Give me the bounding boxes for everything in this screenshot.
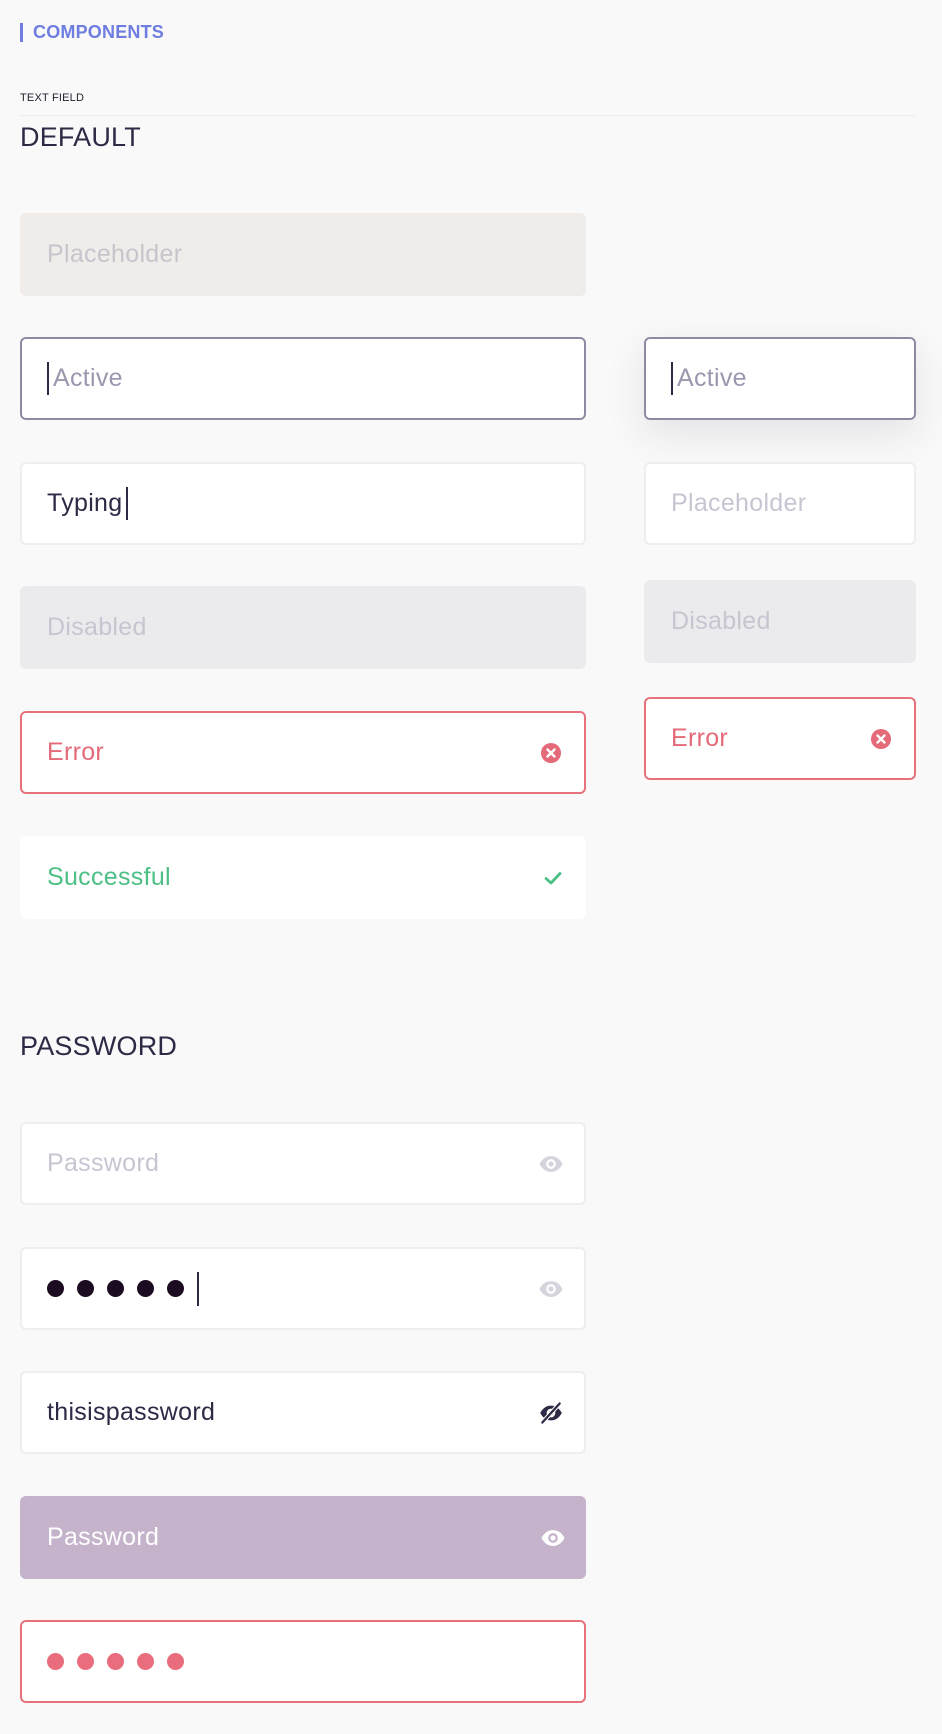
text-caret xyxy=(671,362,673,395)
password-field-empty[interactable]: Password xyxy=(20,1122,586,1205)
disabled-text-field: Disabled xyxy=(20,586,586,669)
field-placeholder: Password xyxy=(47,1523,160,1551)
password-field-filled[interactable]: Password xyxy=(20,1496,586,1579)
active-text-field-small[interactable]: Active xyxy=(644,337,916,420)
mask-dot xyxy=(77,1280,94,1297)
close-circle-icon[interactable] xyxy=(538,740,564,766)
error-text-field-small[interactable]: Error xyxy=(644,697,916,780)
typing-text-field[interactable]: Typing xyxy=(20,462,586,545)
password-field-masked[interactable] xyxy=(20,1247,586,1330)
text-caret xyxy=(47,362,49,395)
mask-dot xyxy=(137,1653,154,1670)
divider xyxy=(20,115,915,116)
field-placeholder: Active xyxy=(53,364,123,392)
mask-dot xyxy=(107,1280,124,1297)
password-mask xyxy=(47,1653,564,1670)
mask-dot xyxy=(107,1653,124,1670)
field-value: thisispassword xyxy=(47,1398,216,1426)
check-icon xyxy=(540,865,566,891)
password-mask xyxy=(47,1271,538,1306)
field-placeholder: Password xyxy=(47,1149,160,1177)
filled-text-field[interactable]: Placeholder xyxy=(20,213,586,296)
field-placeholder: Disabled xyxy=(47,613,147,641)
eye-icon[interactable] xyxy=(538,1151,564,1177)
password-section-title: PASSWORD xyxy=(20,1031,178,1061)
disabled-text-field-small: Disabled xyxy=(644,580,916,663)
password-field-error[interactable] xyxy=(20,1620,586,1703)
eye-icon[interactable] xyxy=(540,1525,566,1551)
breadcrumb[interactable]: COMPONENTS xyxy=(20,21,164,43)
success-text-field[interactable]: Successful xyxy=(20,836,586,919)
field-value: Typing xyxy=(47,489,123,517)
field-placeholder: Placeholder xyxy=(671,489,807,517)
eye-off-icon[interactable] xyxy=(538,1400,564,1426)
breadcrumb-label: COMPONENTS xyxy=(33,21,165,42)
text-caret xyxy=(197,1271,199,1306)
close-circle-icon[interactable] xyxy=(868,726,894,752)
section-tag: TEXT FIELD xyxy=(20,92,85,104)
text-caret xyxy=(126,487,129,520)
mask-dot xyxy=(77,1653,94,1670)
field-value: Error xyxy=(47,738,105,766)
active-text-field[interactable]: Active xyxy=(20,337,586,420)
mask-dot xyxy=(47,1280,64,1297)
password-field-revealed[interactable]: thisispassword xyxy=(20,1371,586,1454)
error-text-field[interactable]: Error xyxy=(20,711,586,794)
field-placeholder: Active xyxy=(677,364,747,392)
field-value: Error xyxy=(671,724,729,752)
mask-dot xyxy=(167,1653,184,1670)
field-placeholder: Disabled xyxy=(671,607,771,635)
eye-icon[interactable] xyxy=(538,1276,564,1302)
mask-dot xyxy=(137,1280,154,1297)
mask-dot xyxy=(167,1280,184,1297)
mask-dot xyxy=(47,1653,64,1670)
placeholder-text-field-small[interactable]: Placeholder xyxy=(644,462,916,545)
field-placeholder: Placeholder xyxy=(47,240,183,268)
breadcrumb-marker xyxy=(20,22,23,42)
default-section-title: DEFAULT xyxy=(20,122,141,152)
field-value: Successful xyxy=(47,863,171,891)
